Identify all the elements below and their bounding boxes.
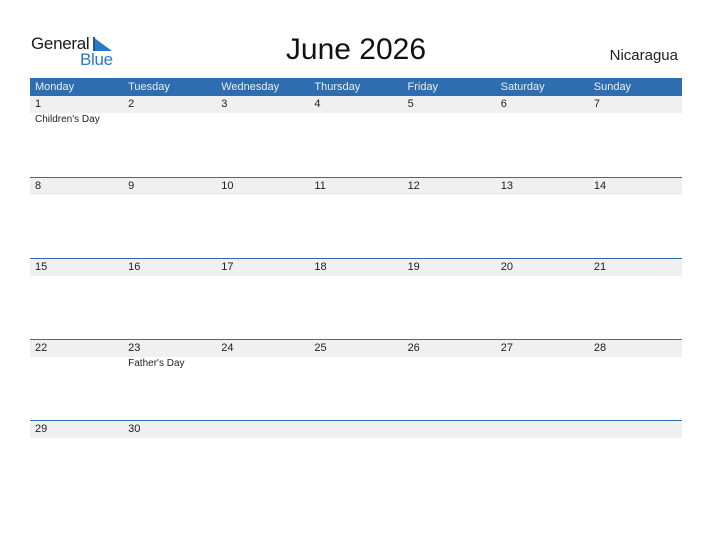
day-number: 30	[128, 423, 141, 435]
day-cell	[309, 421, 402, 502]
day-number: 3	[221, 98, 228, 110]
day-cell: 18	[309, 259, 402, 340]
holiday-label: Father's Day	[128, 358, 185, 369]
week-row: 1 Children's Day 2 3 4 5 6 7	[30, 96, 682, 177]
day-number: 21	[593, 261, 607, 273]
country-label: Nicaragua	[609, 47, 678, 64]
day-cell: 1 Children's Day	[30, 96, 123, 177]
day-number: 2	[128, 98, 135, 110]
weekday-wednesday: Wednesday	[221, 81, 280, 93]
weekday-friday: Friday	[407, 81, 439, 93]
day-cell: 26	[403, 340, 496, 421]
day-number: 6	[500, 98, 507, 110]
day-cell: 3	[216, 96, 309, 177]
day-cell: 25	[309, 340, 402, 421]
day-cell	[589, 421, 682, 502]
day-number: 13	[500, 180, 513, 192]
day-cell: 11	[309, 178, 402, 259]
calendar-title: June 2026	[285, 33, 427, 66]
day-number: 8	[35, 180, 42, 192]
weekday-header: Monday Tuesday Wednesday Thursday Friday…	[30, 78, 682, 96]
day-cell: 27	[496, 340, 589, 421]
day-number: 29	[35, 423, 48, 435]
day-number: 23	[128, 342, 141, 354]
day-cell	[403, 421, 496, 502]
day-number: 28	[593, 342, 607, 354]
day-cell: 30	[123, 421, 216, 502]
day-number: 10	[221, 180, 234, 192]
day-cell: 5	[403, 96, 496, 177]
day-cell: 24	[216, 340, 309, 421]
day-number: 18	[314, 261, 327, 273]
day-cell: 8	[30, 178, 123, 259]
day-cell: 19	[403, 259, 496, 340]
day-number: 24	[221, 342, 234, 354]
day-cell	[216, 421, 309, 502]
day-cell: 10	[216, 178, 309, 259]
day-cell: 15	[30, 259, 123, 340]
day-number: 26	[407, 342, 420, 354]
day-cell: 12	[403, 178, 496, 259]
day-cell: 20	[496, 259, 589, 340]
day-number: 14	[593, 180, 607, 192]
day-number: 22	[35, 342, 48, 354]
day-cell: 9	[123, 178, 216, 259]
weekday-tuesday: Tuesday	[128, 81, 170, 93]
week-row: 15 16 17 18 19 20 21	[30, 258, 682, 340]
day-cell: 14	[589, 178, 682, 259]
week-row: 29 30	[30, 420, 682, 502]
holiday-label: Children's Day	[35, 114, 100, 125]
day-cell: 29	[30, 421, 123, 502]
week-row: 8 9 10 11 12 13 14	[30, 177, 682, 259]
day-cell: 23 Father's Day	[123, 340, 216, 421]
week-row: 22 23 Father's Day 24 25 26 27 28	[30, 339, 682, 421]
day-number: 27	[500, 342, 513, 354]
day-cell: 17	[216, 259, 309, 340]
day-cell: 22	[30, 340, 123, 421]
day-number: 11	[314, 180, 326, 192]
day-number: 20	[500, 261, 513, 273]
day-number: 9	[128, 180, 135, 192]
day-number: 15	[35, 261, 48, 273]
day-number: 17	[221, 261, 234, 273]
day-cell: 21	[589, 259, 682, 340]
day-number: 19	[407, 261, 420, 273]
day-number: 25	[314, 342, 327, 354]
day-cell: 16	[123, 259, 216, 340]
day-cell: 7	[589, 96, 682, 177]
day-cell: 13	[496, 178, 589, 259]
day-cell	[496, 421, 589, 502]
day-cell: 6	[496, 96, 589, 177]
day-number: 4	[314, 98, 321, 110]
day-cell: 28	[589, 340, 682, 421]
day-number: 16	[128, 261, 141, 273]
day-number: 5	[407, 98, 414, 110]
day-number: 7	[593, 98, 600, 110]
day-number: 1	[35, 98, 42, 110]
day-cell: 4	[309, 96, 402, 177]
weekday-saturday: Saturday	[500, 81, 545, 93]
day-number: 12	[407, 180, 420, 192]
weekday-thursday: Thursday	[314, 81, 361, 93]
weekday-monday: Monday	[35, 81, 75, 93]
day-cell: 2	[123, 96, 216, 177]
weekday-sunday: Sunday	[593, 81, 632, 93]
